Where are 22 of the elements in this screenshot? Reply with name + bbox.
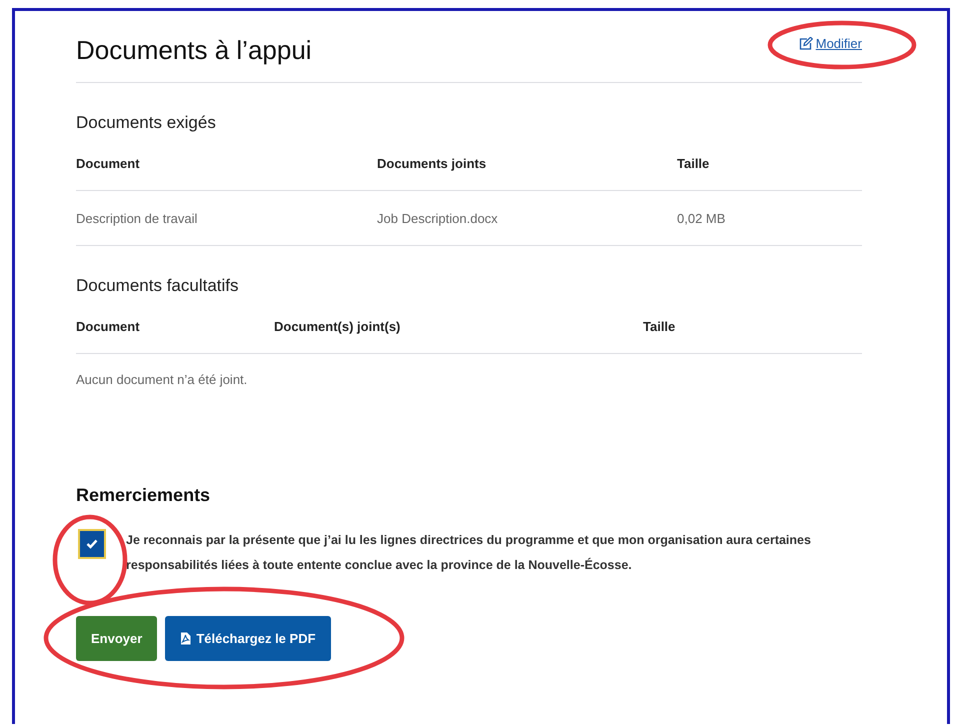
section-title: Documents exigés	[76, 113, 216, 133]
column-header: Taille	[677, 156, 710, 171]
checkmark-icon	[86, 539, 98, 549]
column-header: Documents joints	[377, 156, 488, 171]
table-cell-text: Job Description.docx	[377, 210, 499, 226]
edit-icon	[798, 37, 813, 50]
edit-link[interactable]: Modifier	[798, 36, 862, 51]
empty-message: Aucun document n’a été joint.	[76, 372, 248, 387]
column-header: Document	[76, 319, 141, 334]
acknowledgement-text: Je reconnais par la présente que j’ai lu les lignes directrices du programme et que mon organisation aura certaines responsabilités liées à toute entente conclue avec la province de la Nouvelle-Écosse.	[126, 532, 812, 574]
submit-button[interactable]: Envoyer	[76, 616, 158, 661]
column-header: Document	[76, 156, 141, 171]
download-pdf-button[interactable]: Téléchargez le PDF	[165, 616, 331, 661]
column-header: Taille	[643, 319, 676, 334]
table-cell-text: Description de travail	[76, 210, 198, 226]
pdf-file-icon	[180, 632, 192, 645]
section-title: Documents facultatifs	[76, 276, 239, 296]
table-cell-text: 0,02 MB	[677, 210, 726, 226]
section-title: Remerciements	[76, 485, 210, 506]
column-header: Document(s) joint(s)	[274, 319, 402, 334]
page-title: Documents à l’appui	[76, 35, 312, 66]
checkbox[interactable]	[78, 529, 106, 559]
